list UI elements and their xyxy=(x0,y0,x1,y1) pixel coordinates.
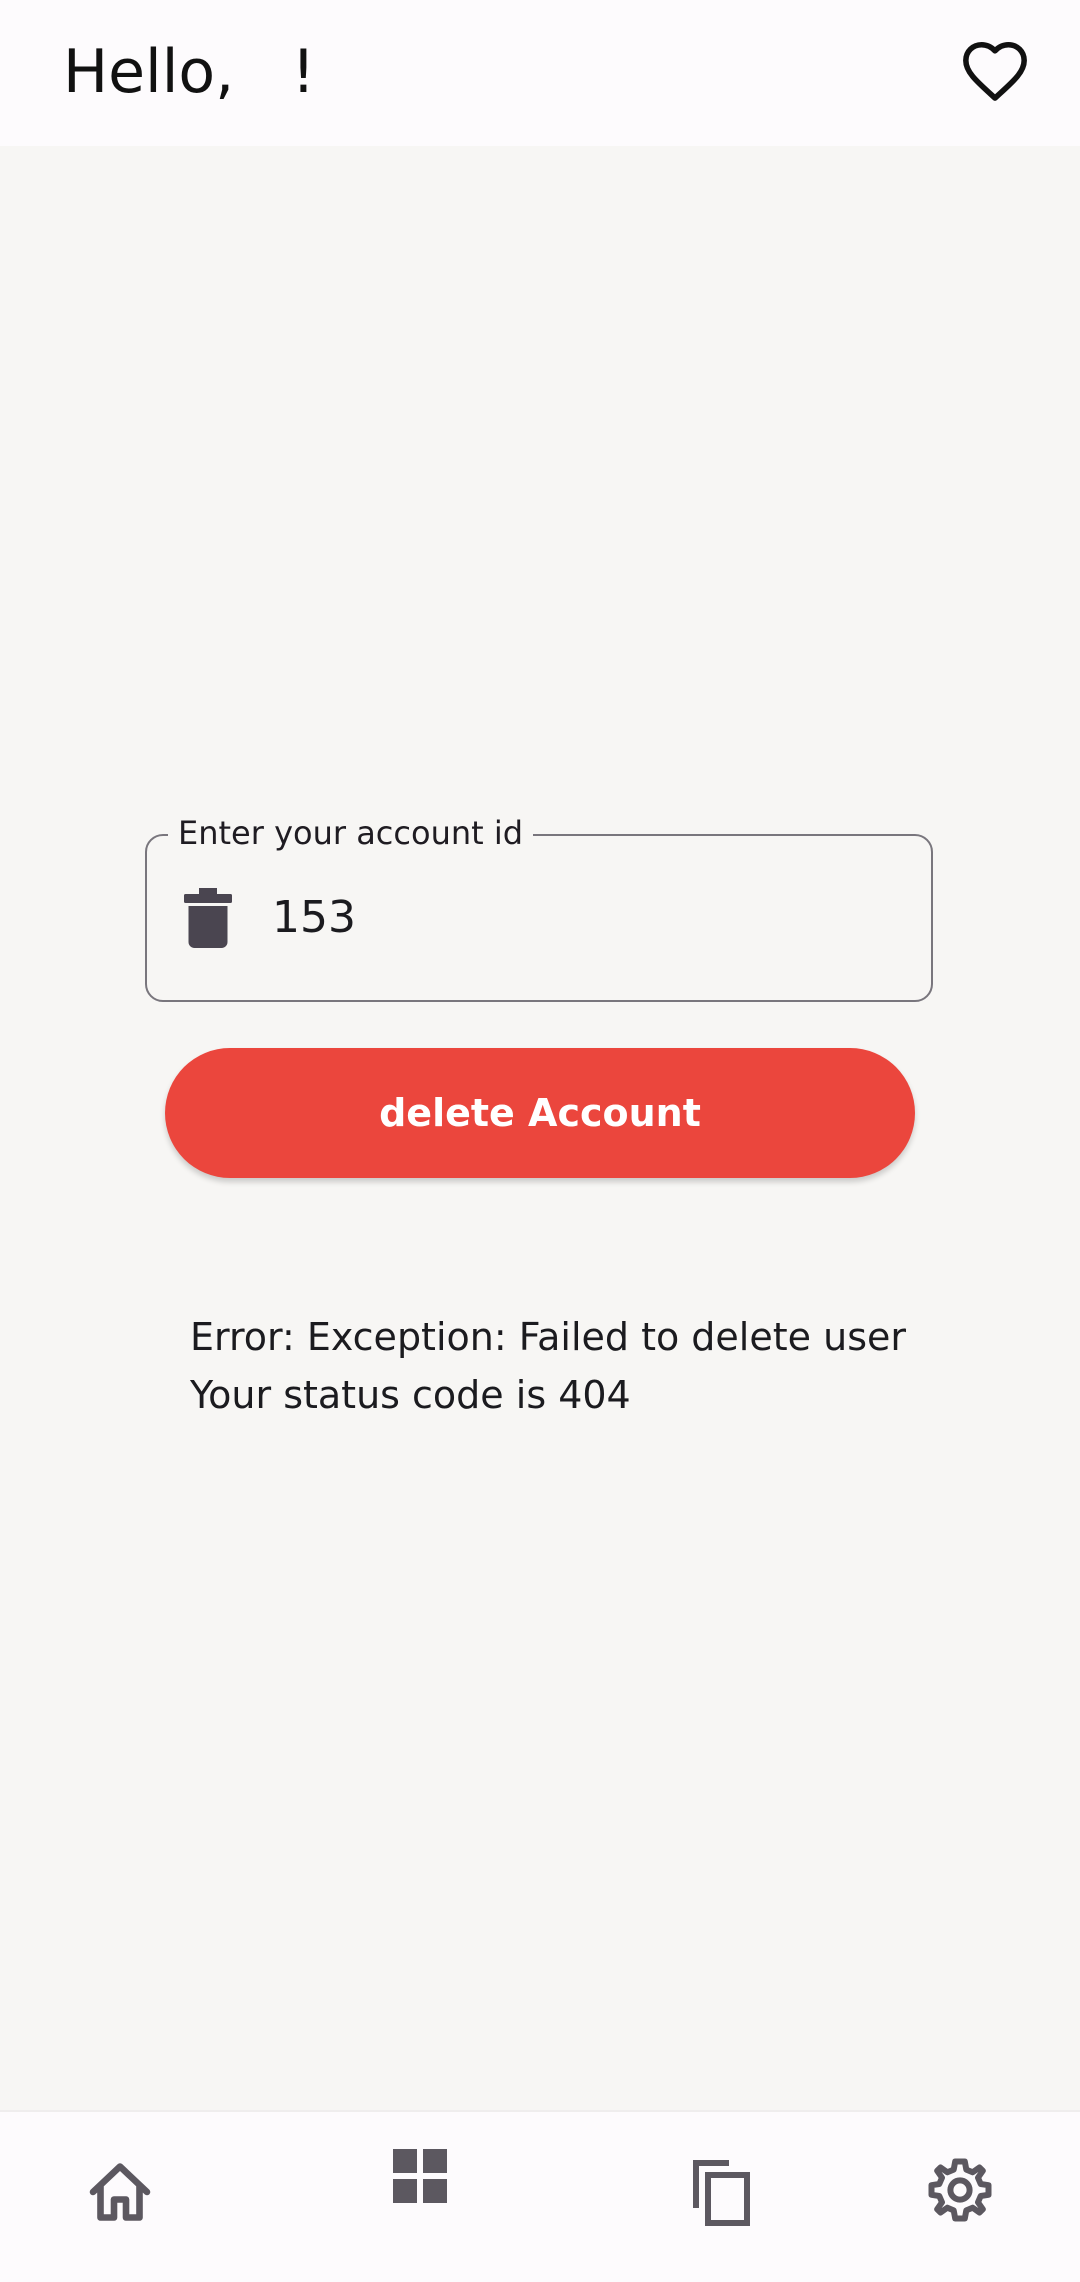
dashboard-icon[interactable] xyxy=(384,2140,456,2212)
account-id-input[interactable]: 153 xyxy=(272,890,356,946)
trash-icon xyxy=(184,888,232,948)
home-icon[interactable] xyxy=(84,2156,156,2228)
status-code-text: Your status code is 404 xyxy=(190,1373,631,1417)
bottom-navigation xyxy=(0,2110,1080,2282)
heart-icon[interactable] xyxy=(960,38,1030,108)
delete-account-button[interactable]: delete Account xyxy=(165,1048,915,1178)
account-id-label: Enter your account id xyxy=(168,813,534,853)
settings-icon[interactable] xyxy=(924,2154,996,2226)
status-message: Error: Exception: Failed to delete user … xyxy=(190,1308,906,1424)
app-screen: Hello, ! Enter your account id 153 delet… xyxy=(0,0,1080,2282)
app-bar: Hello, ! xyxy=(0,0,1080,146)
account-id-field[interactable] xyxy=(145,834,933,1002)
copy-icon[interactable] xyxy=(684,2154,756,2226)
error-text: Error: Exception: Failed to delete user xyxy=(190,1315,906,1359)
greeting-title: Hello, ! xyxy=(63,37,316,107)
